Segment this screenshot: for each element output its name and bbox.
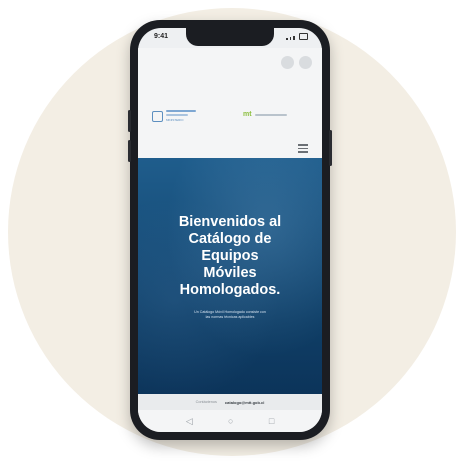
browser-action-icon[interactable] — [299, 56, 312, 69]
contact-email-link[interactable]: catalogo@mtt.gob.cl — [225, 400, 264, 405]
home-circle-icon[interactable]: ○ — [228, 416, 233, 426]
battery-icon — [298, 33, 308, 40]
browser-action-icon[interactable] — [281, 56, 294, 69]
hero-banner: Bienvenidos al Catálogo de Equipos Móvil… — [138, 158, 322, 394]
contact-label: Contáctenos — [195, 400, 217, 404]
volume-up-button — [128, 110, 131, 132]
back-triangle-icon[interactable]: ◁ — [186, 416, 193, 426]
android-nav-bar: ◁ ○ □ — [138, 410, 322, 432]
phone-screen: 9:41 MINISTERIO mt Bienvenidos al Catálo… — [138, 28, 322, 432]
recent-square-icon[interactable]: □ — [269, 416, 274, 426]
notch — [186, 28, 274, 46]
mtt-logo-mark: mt — [243, 111, 252, 118]
signal-icon — [293, 36, 295, 40]
power-button — [329, 130, 332, 166]
signal-icon — [286, 38, 288, 40]
status-time: 9:41 — [154, 33, 169, 40]
phone-mockup: 9:41 MINISTERIO mt Bienvenidos al Catálo… — [128, 20, 332, 440]
mtt-logo[interactable]: mt — [243, 111, 287, 118]
ministry-logo[interactable]: MINISTERIO — [152, 110, 196, 122]
hamburger-menu-icon[interactable] — [298, 144, 308, 153]
hero-subtitle: Un Catálogo Móvil Homologado consiste co… — [194, 310, 266, 319]
browser-actions — [281, 56, 312, 69]
ministry-logo-icon — [152, 110, 163, 122]
volume-down-button — [128, 140, 131, 162]
contact-bar: Contáctenos catalogo@mtt.gob.cl — [138, 394, 322, 410]
hero-title: Bienvenidos al Catálogo de Equipos Móvil… — [178, 214, 282, 298]
ministry-logo-text: MINISTERIO — [166, 118, 184, 122]
signal-icon — [289, 37, 292, 40]
